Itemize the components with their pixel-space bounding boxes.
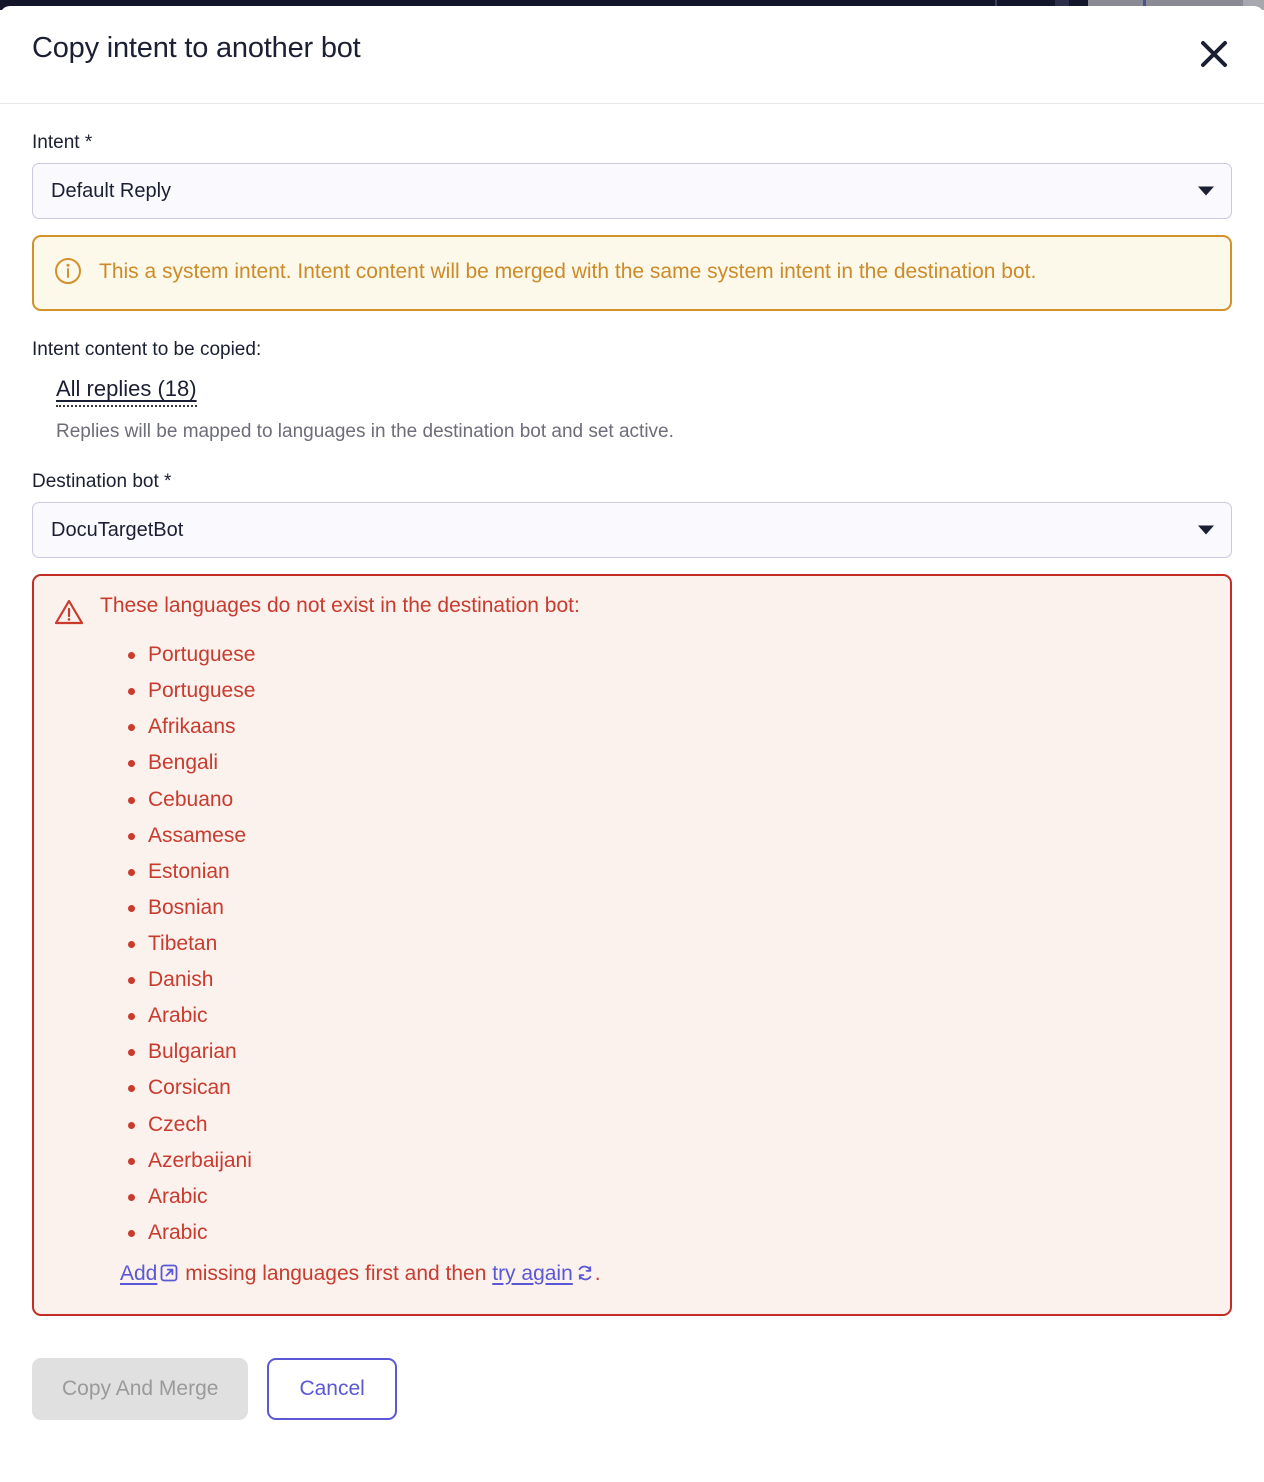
all-replies-link[interactable]: All replies (18)	[56, 376, 197, 408]
refresh-icon[interactable]	[575, 1260, 595, 1294]
system-intent-info-banner: This a system intent. Intent content wil…	[32, 235, 1232, 312]
dialog-header: Copy intent to another bot	[0, 6, 1264, 104]
list-item: Bulgarian	[126, 1034, 1210, 1070]
intent-field-label: Intent *	[32, 132, 93, 153]
list-item: Tibetan	[126, 926, 1210, 962]
try-again-link[interactable]: try again	[492, 1262, 573, 1285]
cancel-button[interactable]: Cancel	[267, 1357, 397, 1420]
copy-intent-dialog: Copy intent to another bot Intent * Defa…	[0, 6, 1264, 1476]
list-item: Portuguese	[126, 637, 1210, 673]
dialog-body: Intent * Default Reply This a system int…	[0, 132, 1264, 1454]
destination-bot-value: DocuTargetBot	[51, 518, 184, 541]
error-footer-middle-text: missing languages first and then	[179, 1261, 493, 1285]
error-title: These languages do not exist in the dest…	[100, 594, 580, 618]
intent-select[interactable]: Default Reply	[32, 163, 1232, 219]
list-item: Corsican	[126, 1070, 1210, 1106]
page-title: Copy intent to another bot	[32, 32, 361, 64]
chevron-down-icon	[1198, 186, 1214, 196]
list-item: Cebuano	[126, 782, 1210, 818]
missing-languages-error-banner: These languages do not exist in the dest…	[32, 574, 1232, 1316]
info-circle-icon	[54, 257, 82, 290]
intent-select-value: Default Reply	[51, 179, 172, 202]
missing-language-list: Portuguese Portuguese Afrikaans Bengali Cebu…	[54, 637, 1210, 1251]
dialog-actions: Copy And Merge Cancel	[32, 1357, 1232, 1454]
list-item: Afrikaans	[126, 709, 1210, 745]
list-item: Arabic	[126, 998, 1210, 1034]
list-item: Portuguese	[126, 673, 1210, 709]
copy-and-merge-button[interactable]: Copy And Merge	[32, 1357, 249, 1420]
info-banner-text: This a system intent. Intent content wil…	[99, 260, 1037, 283]
list-item: Arabic	[126, 1215, 1210, 1251]
list-item: Estonian	[126, 854, 1210, 890]
add-languages-link[interactable]: Add	[120, 1262, 157, 1285]
close-icon[interactable]	[1194, 34, 1234, 74]
list-item: Danish	[126, 962, 1210, 998]
list-item: Bengali	[126, 745, 1210, 781]
intent-content-label: Intent content to be copied:	[32, 339, 262, 361]
list-item: Bosnian	[126, 890, 1210, 926]
list-item: Arabic	[126, 1179, 1210, 1215]
error-header: These languages do not exist in the dest…	[54, 594, 1210, 631]
intent-content-group: All replies (18) Replies will be mapped …	[32, 376, 1232, 443]
destination-bot-select[interactable]: DocuTargetBot	[32, 502, 1232, 559]
external-link-icon[interactable]	[159, 1260, 179, 1294]
chevron-down-icon	[1198, 525, 1214, 535]
list-item: Czech	[126, 1107, 1210, 1143]
replies-note: Replies will be mapped to languages in t…	[56, 421, 674, 443]
add-link-label: Add	[120, 1261, 158, 1285]
try-again-label: try again	[492, 1261, 573, 1285]
destination-bot-label: Destination bot *	[32, 471, 172, 493]
warning-triangle-icon	[54, 598, 84, 631]
error-footer: Add missing languages first and then try…	[54, 1257, 1210, 1294]
error-footer-trailing-text: .	[594, 1261, 601, 1285]
list-item: Azerbaijani	[126, 1143, 1210, 1179]
list-item: Assamese	[126, 818, 1210, 854]
